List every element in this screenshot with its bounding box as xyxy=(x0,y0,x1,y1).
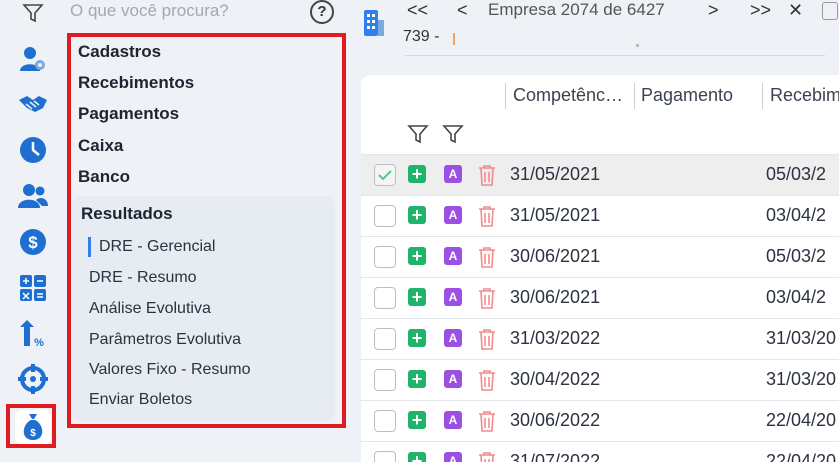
recebimento-cell: 05/03/2 xyxy=(766,164,827,184)
filter-icon[interactable] xyxy=(442,123,464,150)
a-button[interactable]: A xyxy=(444,165,462,183)
add-button[interactable]: + xyxy=(408,165,426,183)
table-row[interactable]: + A 31/05/2021 03/04/2 xyxy=(361,195,839,237)
filter-icon[interactable] xyxy=(407,123,429,150)
icon-sidebar: $ % $ xyxy=(0,0,66,462)
handshake-icon[interactable] xyxy=(17,88,49,120)
row-checkbox[interactable] xyxy=(374,246,396,268)
competencia-cell: 30/06/2022 xyxy=(510,410,601,430)
recebimento-cell: 31/03/20 xyxy=(766,328,837,348)
dollar-icon[interactable]: $ xyxy=(17,226,49,258)
add-button[interactable]: + xyxy=(408,370,426,388)
trash-icon[interactable] xyxy=(478,205,496,232)
calculator-icon[interactable] xyxy=(17,272,49,304)
filter-icon[interactable] xyxy=(22,2,44,29)
clock-icon[interactable] xyxy=(17,134,49,166)
a-button[interactable]: A xyxy=(444,206,462,224)
row-checkbox[interactable] xyxy=(374,369,396,391)
trash-icon[interactable] xyxy=(478,328,496,355)
add-button[interactable]: + xyxy=(408,452,426,462)
svg-text:%: % xyxy=(34,337,44,348)
top-divider xyxy=(405,55,825,56)
row-checkbox[interactable] xyxy=(374,451,396,462)
company-code: 739 - xyxy=(403,28,440,45)
row-checkbox[interactable] xyxy=(374,164,396,186)
close-button[interactable]: ✕ xyxy=(788,0,803,21)
menu-highlight-box xyxy=(67,33,346,428)
add-button[interactable]: + xyxy=(408,411,426,429)
prev-page-button[interactable]: < xyxy=(457,0,468,21)
table-row[interactable]: + A 30/04/2022 31/03/20 xyxy=(361,359,839,401)
competencia-cell: 30/06/2021 xyxy=(510,287,601,307)
company-building-icon[interactable] xyxy=(364,10,384,41)
column-separator xyxy=(505,83,506,109)
add-button[interactable]: + xyxy=(408,288,426,306)
competencia-cell: 31/05/2021 xyxy=(510,164,601,184)
row-checkbox[interactable] xyxy=(374,410,396,432)
column-header-pagamento[interactable]: Pagamento xyxy=(641,85,733,106)
trash-icon[interactable] xyxy=(478,451,496,462)
help-icon[interactable]: ? xyxy=(310,0,334,24)
first-page-button[interactable]: << xyxy=(407,0,428,21)
competencia-cell: 30/04/2022 xyxy=(510,369,601,389)
divider-dot xyxy=(636,44,639,47)
integration-gear-icon[interactable] xyxy=(17,363,49,395)
results-table: Competênc… Pagamento Recebim + A 31/05/202… xyxy=(361,75,839,462)
recebimento-cell: 03/04/2 xyxy=(766,287,827,307)
trash-icon[interactable] xyxy=(478,369,496,396)
row-checkbox[interactable] xyxy=(374,287,396,309)
table-row[interactable]: + A 31/03/2022 31/03/20 xyxy=(361,318,839,360)
svg-text:$: $ xyxy=(28,233,38,252)
a-button[interactable]: A xyxy=(444,288,462,306)
growth-percent-icon[interactable]: % xyxy=(17,317,49,349)
add-button[interactable]: + xyxy=(408,206,426,224)
add-button[interactable]: + xyxy=(408,329,426,347)
search-input[interactable]: O que você procura? xyxy=(70,1,229,21)
money-bag-icon[interactable]: $ xyxy=(15,410,51,444)
a-button[interactable]: A xyxy=(444,452,462,462)
a-button[interactable]: A xyxy=(444,329,462,347)
recebimento-cell: 22/04/20 xyxy=(766,410,837,430)
users-icon[interactable] xyxy=(17,180,49,212)
next-page-button[interactable]: > xyxy=(708,0,719,21)
trash-icon[interactable] xyxy=(478,287,496,314)
table-row[interactable]: + A 30/06/2021 05/03/2 xyxy=(361,236,839,278)
column-separator xyxy=(762,83,763,109)
table-row[interactable]: + A 31/07/2022 22/04/20 xyxy=(361,441,839,462)
a-button[interactable]: A xyxy=(444,411,462,429)
row-checkbox[interactable] xyxy=(374,205,396,227)
table-row[interactable]: + A 31/05/2021 05/03/2 xyxy=(361,154,839,196)
recebimento-cell: 31/03/20 xyxy=(766,369,837,389)
recebimento-cell: 03/04/2 xyxy=(766,205,827,225)
company-counter: Empresa 2074 de 6427 xyxy=(488,0,665,19)
a-button[interactable]: A xyxy=(444,370,462,388)
column-header-recebimento[interactable]: Recebim xyxy=(770,85,839,106)
code-marker xyxy=(453,33,455,45)
competencia-cell: 30/06/2021 xyxy=(510,246,601,266)
row-checkbox[interactable] xyxy=(374,328,396,350)
user-settings-icon[interactable] xyxy=(17,43,49,75)
last-page-button[interactable]: >> xyxy=(750,0,771,21)
a-button[interactable]: A xyxy=(444,247,462,265)
window-toggle-icon[interactable] xyxy=(822,2,838,20)
svg-text:$: $ xyxy=(30,428,36,439)
competencia-cell: 31/07/2022 xyxy=(510,451,601,462)
column-separator xyxy=(634,83,635,109)
trash-icon[interactable] xyxy=(478,246,496,273)
add-button[interactable]: + xyxy=(408,247,426,265)
competencia-cell: 31/05/2021 xyxy=(510,205,601,225)
column-header-competencia[interactable]: Competênc… xyxy=(513,85,623,106)
recebimento-cell: 05/03/2 xyxy=(766,246,827,266)
competencia-cell: 31/03/2022 xyxy=(510,328,601,348)
trash-icon[interactable] xyxy=(478,164,496,191)
recebimento-cell: 22/04/20 xyxy=(766,451,837,462)
table-row[interactable]: + A 30/06/2021 03/04/2 xyxy=(361,277,839,319)
table-row[interactable]: + A 30/06/2022 22/04/20 xyxy=(361,400,839,442)
trash-icon[interactable] xyxy=(478,410,496,437)
